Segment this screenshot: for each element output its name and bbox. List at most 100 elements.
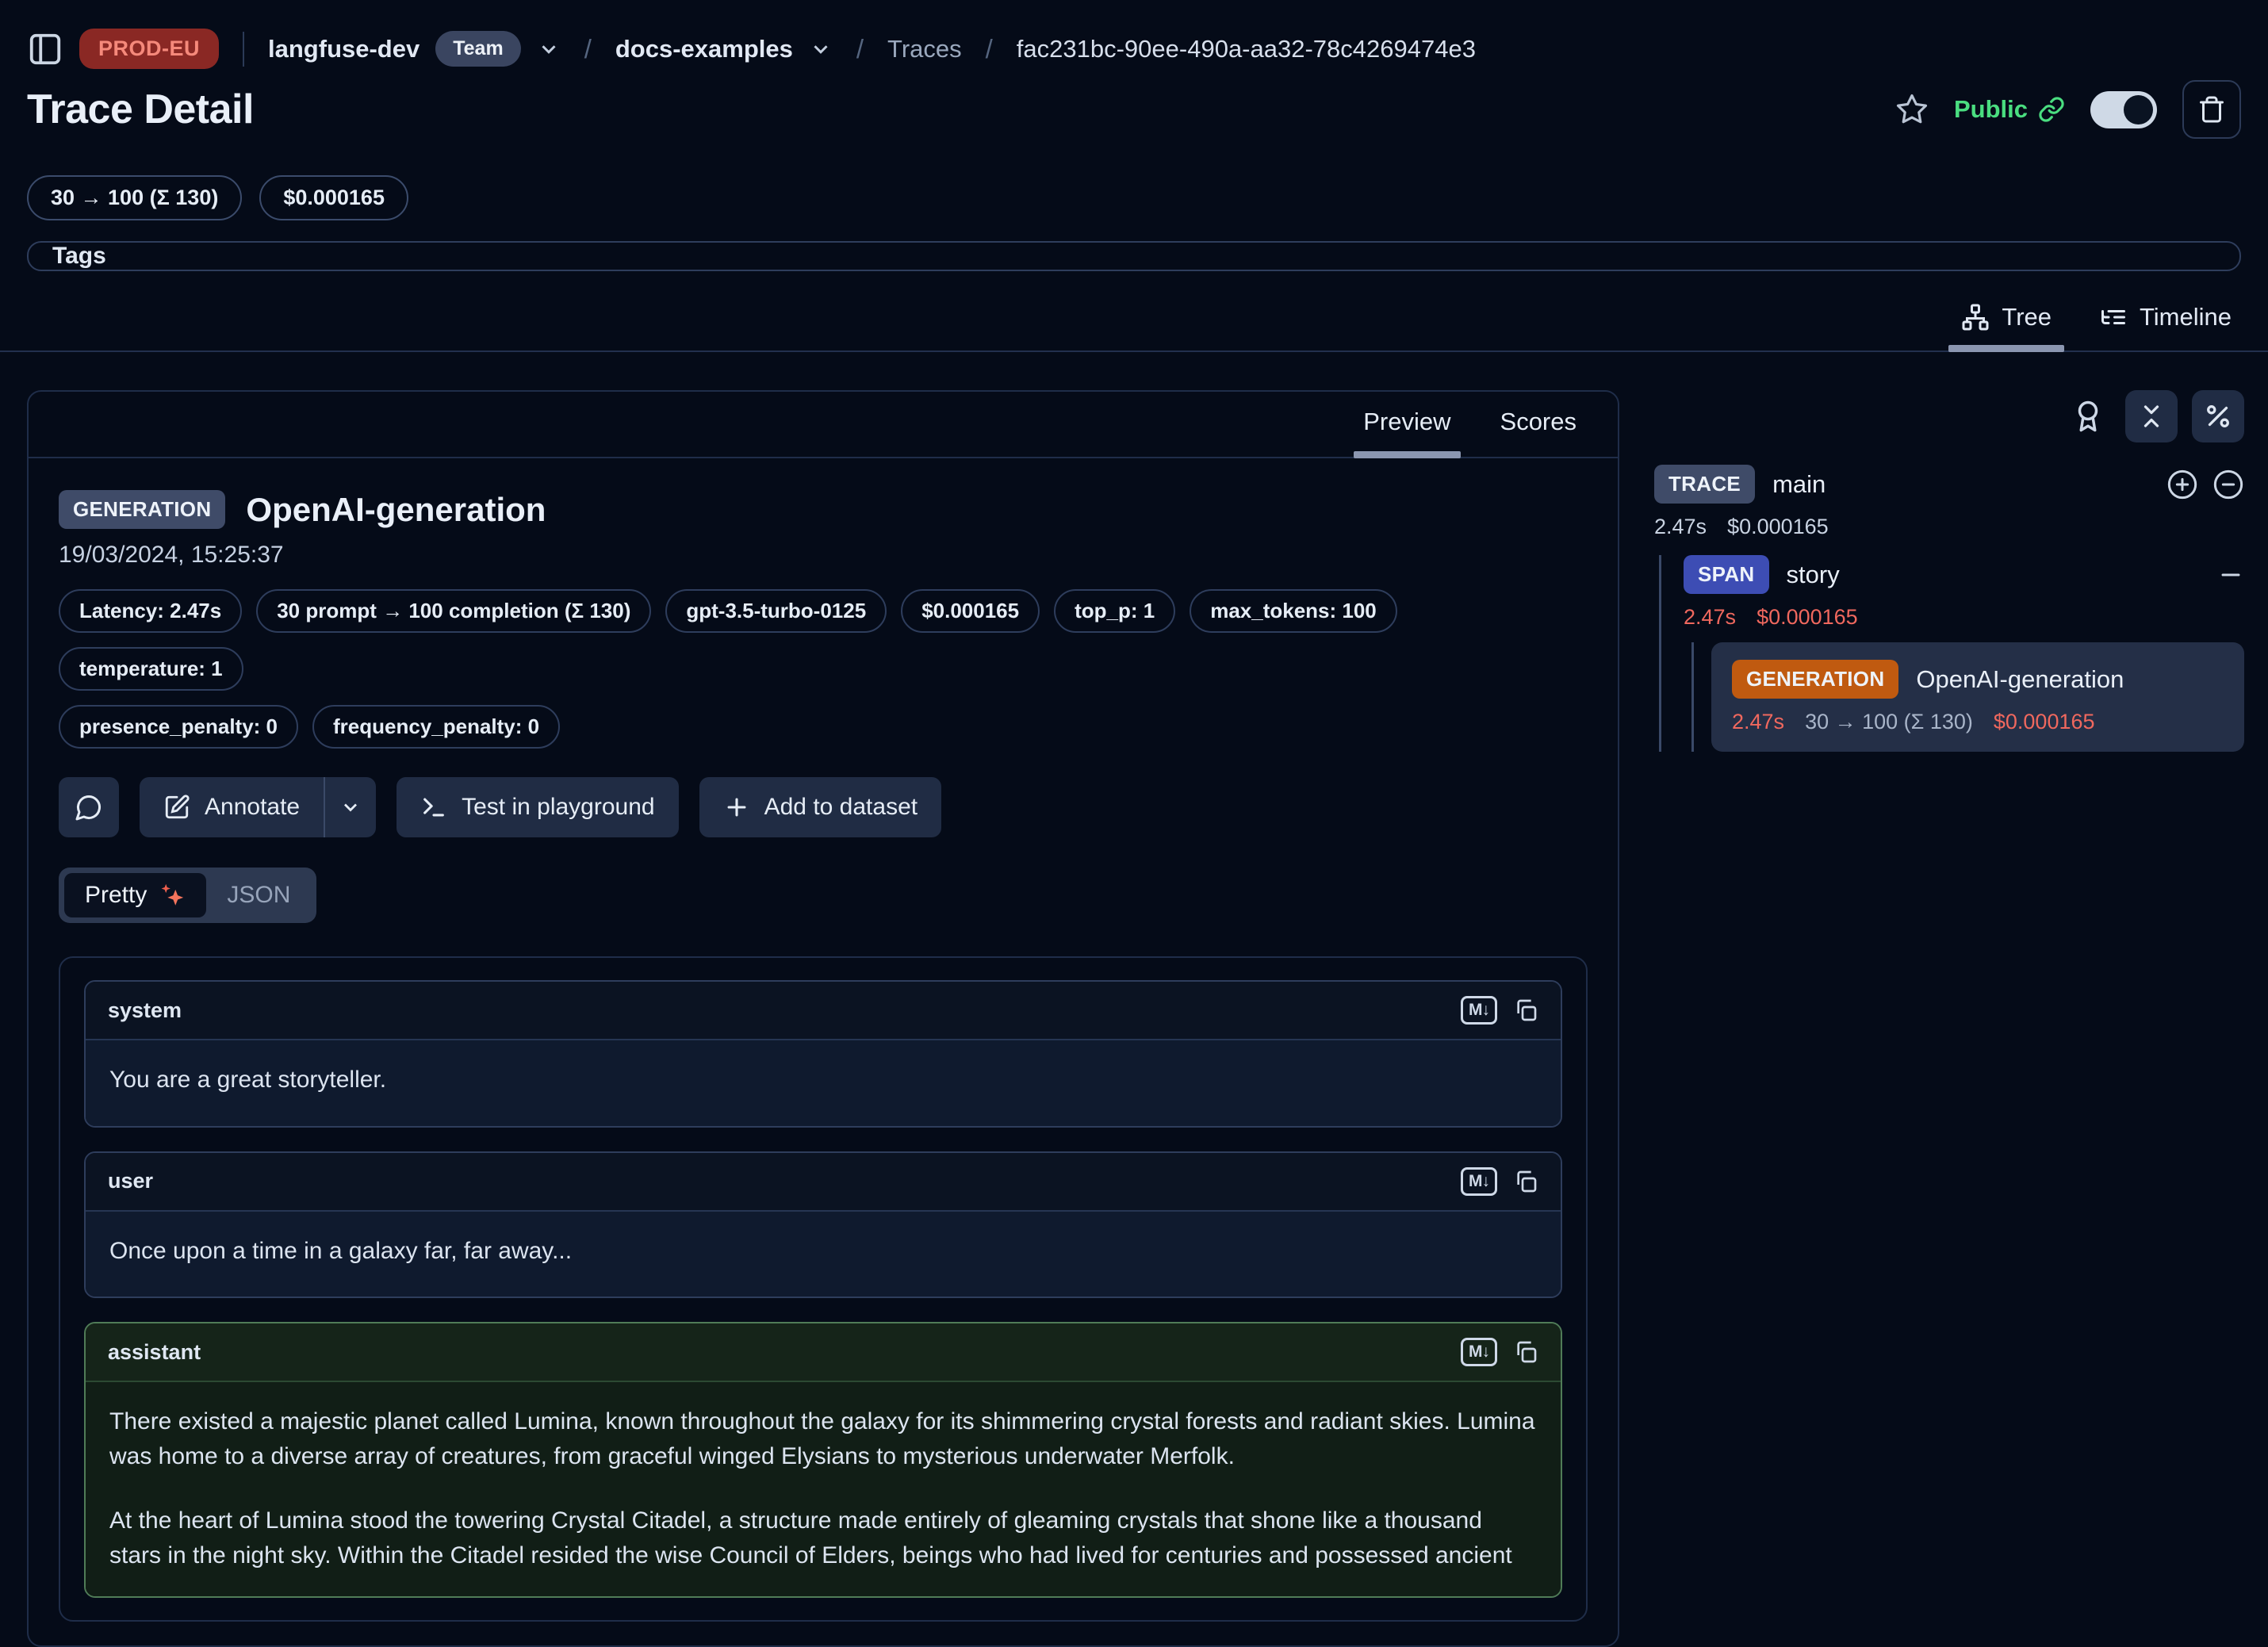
breadcrumb: PROD-EU langfuse-dev Team / docs-example… [27,29,2241,69]
annotate-label: Annotate [205,794,300,821]
view-tabs: Tree Timeline [0,293,2268,352]
message-header: user M↓ [86,1153,1561,1212]
environment-badge[interactable]: PROD-EU [79,29,219,69]
scores-award-button[interactable] [2071,400,2105,433]
trace-children: SPAN story 2.47s $0.000165 [1659,555,2244,752]
plus-circle-icon [2166,469,2198,500]
trace-node-controls [2166,469,2244,500]
title-actions: Public [1895,80,2241,139]
message-content: There existed a majestic planet called L… [86,1382,1561,1596]
trace-type-badge: TRACE [1654,465,1755,504]
percent-icon [2204,402,2232,431]
breadcrumb-separator: / [856,34,864,64]
message-tools: M↓ [1461,1338,1538,1366]
trace-node[interactable]: TRACE main [1654,465,2244,504]
trace-tree: TRACE main [1654,465,2244,752]
message-circle-icon [75,793,103,822]
trace-latency: 2.47s [1654,515,1707,539]
messages-container: system M↓ You are a great storytelle [59,956,1588,1622]
trace-name: main [1772,470,1826,499]
comment-button[interactable] [59,777,119,837]
generation-latency: 2.47s [1732,710,1784,734]
add-to-dataset-button[interactable]: Add to dataset [699,777,941,837]
markdown-toggle-icon[interactable]: M↓ [1461,1338,1497,1366]
panel-left-icon [27,31,63,67]
annotate-button[interactable]: Annotate [140,777,324,837]
span-node[interactable]: SPAN story [1684,555,2244,594]
terminal-icon [420,794,447,821]
span-children: GENERATION OpenAI-generation 2.47s 30 → … [1691,642,2244,752]
award-icon [2071,400,2105,433]
add-to-dataset-label: Add to dataset [764,794,918,821]
breadcrumb-project[interactable]: docs-examples [615,35,793,63]
token-usage-pill[interactable]: 30 → 100 (Σ 130) [27,175,242,220]
delete-trace-button[interactable] [2182,80,2241,139]
show-metrics-percent-button[interactable] [2192,390,2244,442]
copy-button[interactable] [1513,998,1538,1023]
tags-input[interactable]: Tags [27,241,2241,271]
token-usage-pill[interactable]: 30 prompt → 100 completion (Σ 130) [256,589,651,633]
markdown-toggle-icon[interactable]: M↓ [1461,996,1497,1025]
collapse-all-circle-button[interactable] [2212,469,2244,500]
public-toggle[interactable] [2090,91,2157,128]
presence-penalty-pill[interactable]: presence_penalty: 0 [59,705,298,749]
pretty-label: Pretty [85,882,147,909]
public-label: Public [1954,95,2028,124]
markdown-toggle-icon[interactable]: M↓ [1461,1167,1497,1196]
observation-timestamp: 19/03/2024, 15:25:37 [59,542,1588,569]
expand-all-button[interactable] [2166,469,2198,500]
tags-label: Tags [52,243,106,270]
sidebar-toggle-button[interactable] [27,31,63,67]
breadcrumb-org[interactable]: langfuse-dev [268,35,420,63]
tab-timeline-label: Timeline [2140,303,2232,331]
pretty-toggle-option[interactable]: Pretty [64,873,206,917]
test-in-playground-button[interactable]: Test in playground [397,777,679,837]
copy-button[interactable] [1513,1339,1538,1365]
tab-tree[interactable]: Tree [1942,293,2071,350]
page-title: Trace Detail [27,86,254,133]
message-role: system [108,998,182,1023]
observation-type-badge: GENERATION [59,490,225,529]
collapse-node-button[interactable] [2217,561,2244,588]
chevron-down-icon[interactable] [809,37,833,61]
copy-button[interactable] [1513,1169,1538,1194]
chevron-down-icon[interactable] [537,37,561,61]
trace-detail-page: PROD-EU langfuse-dev Team / docs-example… [0,0,2268,1496]
message-role: assistant [108,1340,201,1365]
message-content: Once upon a time in a galaxy far, far aw… [86,1212,1561,1297]
cost-pill[interactable]: $0.000165 [259,175,408,220]
cost-pill[interactable]: $0.000165 [901,589,1040,633]
tab-scores[interactable]: Scores [1478,392,1599,457]
annotate-dropdown-button[interactable] [324,777,376,837]
generation-metrics: 2.47s 30 → 100 (Σ 130) $0.000165 [1732,710,2224,734]
breadcrumb-divider [243,32,244,67]
span-node-controls [2217,561,2244,588]
title-row: Trace Detail Public [27,80,2241,139]
top-p-pill[interactable]: top_p: 1 [1054,589,1175,633]
collapse-all-button[interactable] [2125,390,2178,442]
breadcrumb-separator: / [986,34,993,64]
observation-detail-card: Preview Scores GENERATION OpenAI-generat… [27,390,1619,1647]
span-latency: 2.47s [1684,605,1736,630]
generation-node-selected[interactable]: GENERATION OpenAI-generation 2.47s 30 → … [1711,642,2244,752]
max-tokens-pill[interactable]: max_tokens: 100 [1190,589,1397,633]
tab-preview[interactable]: Preview [1341,392,1473,457]
temperature-pill[interactable]: temperature: 1 [59,647,243,691]
list-tree-icon [2099,303,2128,331]
trash-icon [2197,95,2226,124]
annotate-split-button: Annotate [140,777,376,837]
format-toggle: Pretty JSON [59,868,316,923]
tab-timeline[interactable]: Timeline [2080,293,2251,350]
breadcrumb-traces[interactable]: Traces [887,35,962,63]
generation-tokens: 30 → 100 (Σ 130) [1805,710,1973,734]
frequency-penalty-pill[interactable]: frequency_penalty: 0 [312,705,560,749]
generation-type-badge: GENERATION [1732,660,1898,699]
sparkles-icon [159,882,186,909]
json-toggle-option[interactable]: JSON [206,873,311,917]
public-share-link[interactable]: Public [1954,95,2065,124]
latency-pill[interactable]: Latency: 2.47s [59,589,242,633]
span-name: story [1787,561,1840,589]
bookmark-star-button[interactable] [1895,93,1929,126]
copy-icon [1513,1169,1538,1194]
model-pill[interactable]: gpt-3.5-turbo-0125 [665,589,887,633]
